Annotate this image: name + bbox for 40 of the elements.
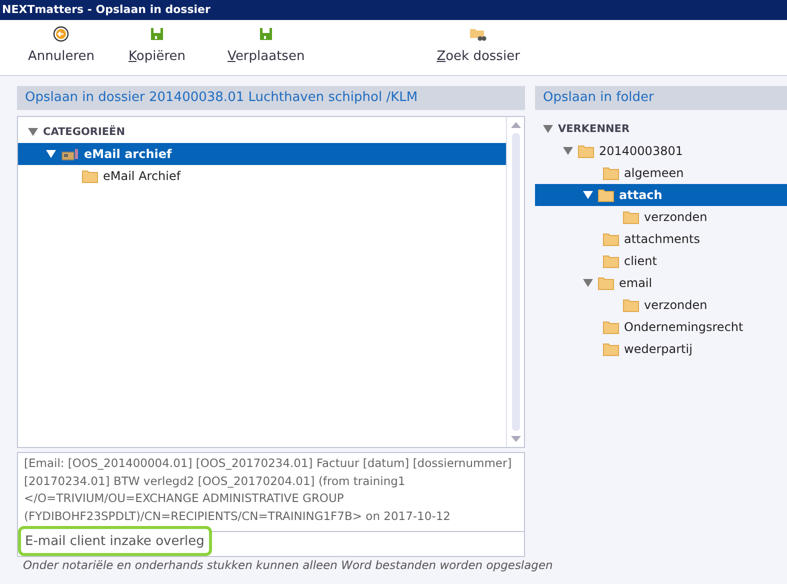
name-input-field[interactable]: E-mail client inzake overleg: [18, 526, 212, 556]
folder-binoculars-icon: [469, 26, 488, 42]
tree-item[interactable]: verzonden: [535, 206, 787, 228]
tree-item[interactable]: algemeen: [535, 162, 787, 184]
folder-icon: [578, 144, 594, 158]
window-title: NEXTmatters - Opslaan in dossier: [0, 0, 787, 20]
panel-title: Opslaan in folder: [535, 86, 787, 110]
folder-icon: [598, 276, 614, 290]
folder-icon: [623, 298, 639, 312]
tree-item[interactable]: eMail Archief: [18, 165, 506, 187]
folder-icon: [598, 188, 614, 202]
save-icon: [259, 26, 274, 42]
description-text: [Email: [OOS_201400004.01] [OOS_20170234.01] Factuur [datum] [dossiernummer] [20170234.01] BTW verlegd2 [OOS_20170204.01] (from training1 </O=TRIVIUM/OU=EXCHANGE ADMINISTRATIVE GROUP (FYDIBOHF23SPDLT)/CN=RECIPIENTS/CN=TRAINING1F7B> on 2017-10-12: [17, 452, 525, 532]
tree-item[interactable]: wederpartij: [535, 338, 787, 360]
tree-item[interactable]: eMail archief: [18, 143, 506, 165]
folder-icon: [603, 254, 619, 268]
tree-item[interactable]: Ondernemingsrecht: [535, 316, 787, 338]
expand-arrow-icon[interactable]: [543, 125, 553, 133]
folder-icon: [603, 320, 619, 334]
toolbar-button[interactable]: Kopiëren: [120, 20, 194, 70]
toolbar-button[interactable]: Verplaatsen: [220, 20, 313, 70]
folder-icon: [603, 232, 619, 246]
toolbar-button[interactable]: Zoek dossier: [428, 20, 528, 70]
tree-item[interactable]: 20140003801: [535, 140, 787, 162]
tree-item[interactable]: attachments: [535, 228, 787, 250]
tree-item[interactable]: email: [535, 272, 787, 294]
note-text: Onder notariële en onderhands stukken kunnen alleen Word bestanden worden opgeslagen: [22, 558, 553, 572]
folder-icon: [603, 342, 619, 356]
folder-icon: [623, 210, 639, 224]
tree-item[interactable]: attach: [535, 184, 787, 206]
tree-item[interactable]: client: [535, 250, 787, 272]
save-icon: [150, 26, 164, 42]
tree-item[interactable]: verzonden: [535, 294, 787, 316]
folder-icon: [82, 170, 98, 182]
archive-icon: [61, 148, 79, 160]
toolbar-button[interactable]: Annuleren: [20, 20, 103, 70]
folder-icon: [603, 166, 619, 180]
panel-title: Opslaan in dossier 201400038.01 Luchthaven schiphol /KLM: [17, 86, 525, 110]
back-arrow-icon: [53, 26, 70, 42]
tree-item[interactable]: VERKENNER: [535, 118, 787, 140]
